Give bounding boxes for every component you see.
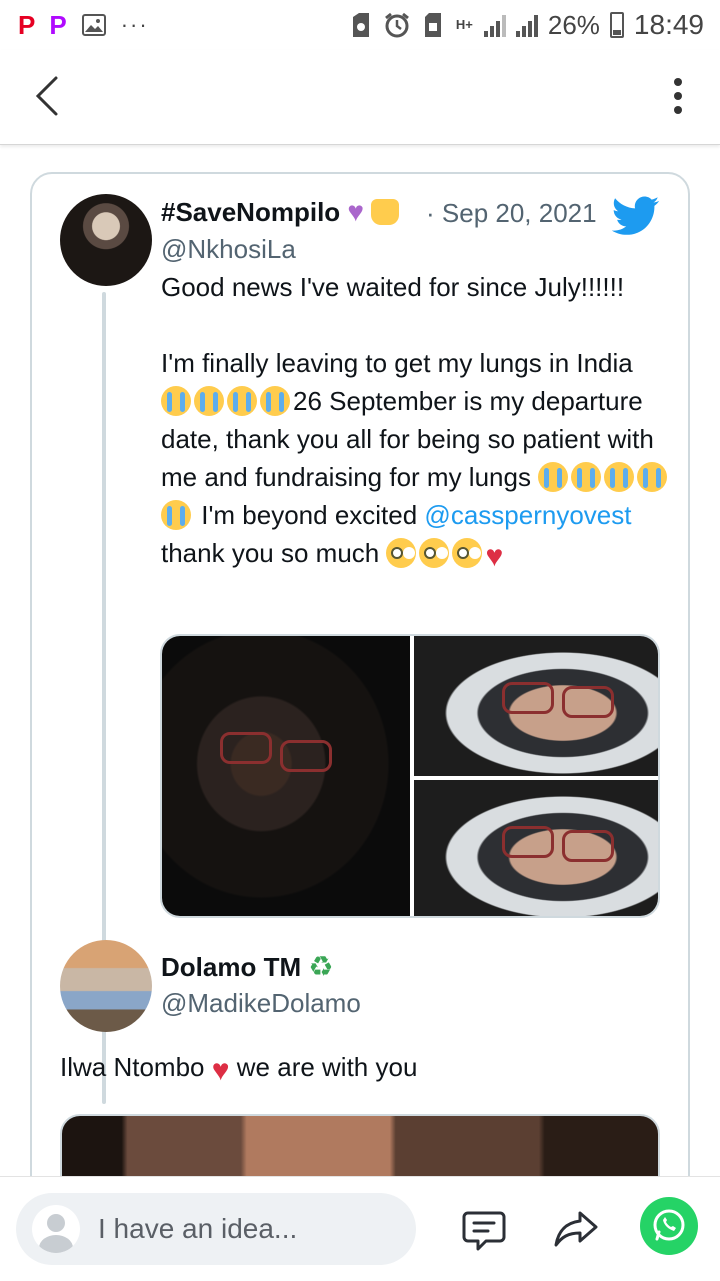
crying-face-emoji bbox=[538, 462, 569, 492]
crying-face-emoji bbox=[227, 386, 257, 416]
more-vert-icon bbox=[674, 78, 682, 114]
raising-hands-emoji bbox=[371, 199, 400, 225]
share-icon bbox=[554, 1211, 598, 1247]
comment-icon bbox=[462, 1211, 506, 1251]
comment-button[interactable] bbox=[456, 1201, 512, 1257]
signal-2-icon bbox=[515, 13, 538, 37]
crying-face-emoji bbox=[604, 462, 635, 492]
tweet-author-handle[interactable]: @NkhosiLa bbox=[161, 234, 296, 265]
battery-icon bbox=[609, 12, 624, 38]
photo-detail bbox=[502, 682, 554, 714]
reply-author-name[interactable]: Dolamo TM ♻ bbox=[161, 950, 333, 983]
red-heart-emoji: ♥ bbox=[485, 540, 504, 573]
crying-face-emoji bbox=[161, 500, 191, 530]
sim-icon bbox=[348, 13, 374, 37]
pleading-face-emoji bbox=[452, 538, 483, 568]
recycle-emoji: ♻ bbox=[308, 951, 334, 982]
back-button[interactable] bbox=[28, 74, 72, 118]
crying-face-emoji bbox=[571, 462, 602, 492]
reply-author-handle[interactable]: @MadikeDolamo bbox=[161, 988, 361, 1019]
idea-placeholder: I have an idea... bbox=[98, 1213, 298, 1244]
clock: 18:49 bbox=[633, 9, 704, 40]
bottom-action-bar: I have an idea... bbox=[0, 1176, 720, 1281]
more-options-button[interactable] bbox=[666, 74, 690, 118]
whatsapp-icon bbox=[653, 1209, 685, 1241]
gallery-notification-icon bbox=[81, 13, 107, 37]
tweet-author-name[interactable]: #SaveNompilo ♥ bbox=[161, 196, 400, 228]
photo-detail bbox=[502, 826, 554, 858]
status-right: H+ 26% 18:49 bbox=[348, 9, 704, 41]
reply-text: Ilwa Ntombo ♥ we are with you bbox=[60, 1052, 418, 1087]
crying-face-emoji bbox=[260, 386, 290, 416]
crying-face-emoji bbox=[161, 386, 191, 416]
photo-detail bbox=[220, 732, 272, 764]
whatsapp-share-button[interactable] bbox=[640, 1197, 698, 1255]
crying-face-emoji bbox=[637, 462, 668, 492]
photo-detail bbox=[562, 686, 614, 718]
tweet-photo-2[interactable] bbox=[414, 636, 658, 776]
photo-detail bbox=[562, 830, 614, 862]
pinterest-notification-icon: P bbox=[18, 9, 36, 40]
battery-percent: 26% bbox=[547, 9, 600, 40]
tweet-date[interactable]: · Sep 20, 2021 bbox=[426, 198, 597, 229]
more-notifications-icon: ··· bbox=[120, 12, 149, 37]
photo-detail bbox=[280, 740, 332, 772]
alarm-icon bbox=[384, 12, 410, 38]
avatar[interactable] bbox=[60, 194, 152, 286]
signal-1-icon bbox=[483, 13, 506, 37]
pleading-face-emoji bbox=[386, 538, 417, 568]
user-avatar bbox=[32, 1205, 80, 1253]
twitter-bird-icon[interactable] bbox=[612, 196, 660, 236]
tweet-text: Good news I've waited for since July!!!!… bbox=[161, 268, 671, 576]
share-button[interactable] bbox=[548, 1201, 604, 1257]
back-arrow-icon bbox=[35, 76, 58, 116]
crying-face-emoji bbox=[194, 386, 224, 416]
network-type: H+ bbox=[455, 17, 473, 32]
top-app-bar bbox=[0, 50, 720, 145]
status-left: P P ··· bbox=[18, 10, 149, 41]
storage-icon bbox=[420, 13, 446, 37]
tweet-photo-1[interactable] bbox=[162, 636, 410, 916]
pleading-face-emoji bbox=[419, 538, 450, 568]
idea-input[interactable]: I have an idea... bbox=[16, 1193, 416, 1265]
picsart-notification-icon: P bbox=[49, 9, 67, 40]
tweet-photo-3[interactable] bbox=[414, 780, 658, 916]
mention-link[interactable]: @casspernyovest bbox=[424, 500, 631, 530]
red-heart-emoji: ♥ bbox=[211, 1054, 230, 1087]
purple-heart-emoji: ♥ bbox=[347, 196, 365, 227]
reply-avatar[interactable] bbox=[60, 940, 152, 1032]
status-bar: P P ··· H+ 26% 18:49 bbox=[0, 0, 720, 50]
tweet-media-grid bbox=[160, 634, 660, 918]
